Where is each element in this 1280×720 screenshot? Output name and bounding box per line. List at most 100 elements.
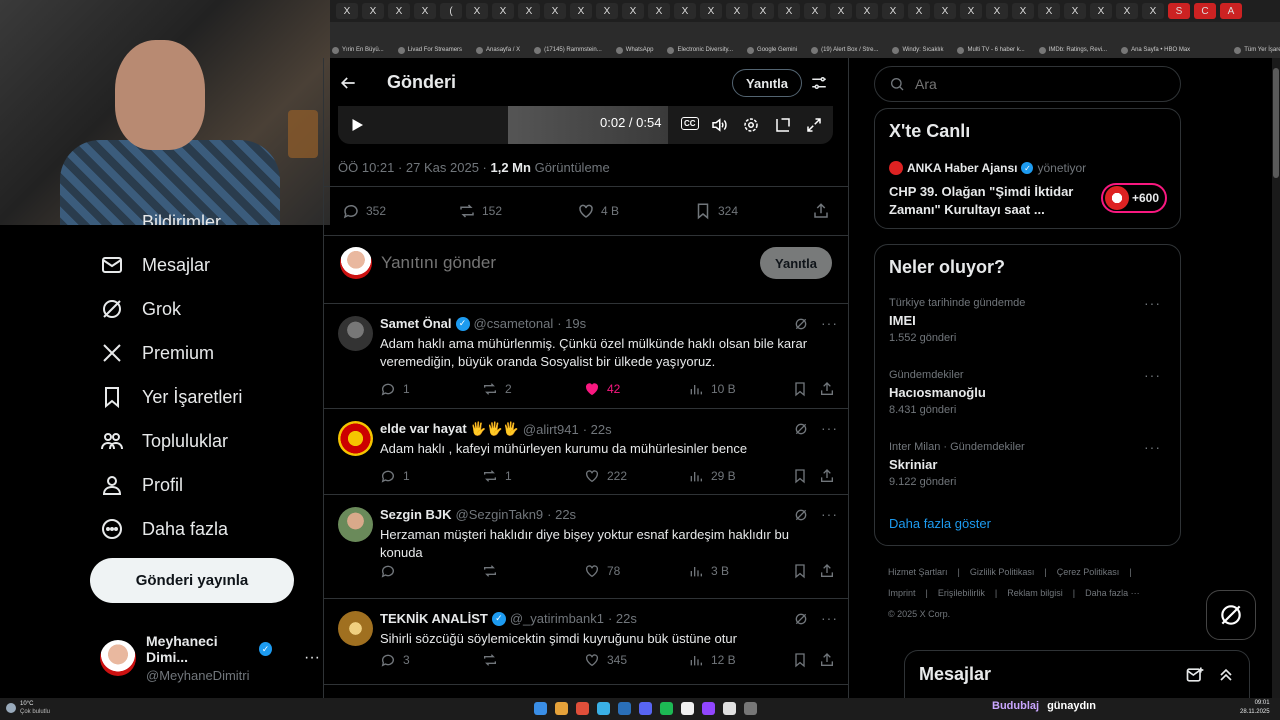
trend-item[interactable]: Gündemdekiler Hacıosmanoğlu 8.431 gönderi ·…	[889, 367, 1169, 416]
reply-author-name[interactable]: elde var hayat 🖐🖐🖐	[380, 421, 519, 437]
browser-tab[interactable]: X	[1012, 3, 1034, 19]
post-button[interactable]: Gönderi yayınla	[90, 558, 294, 603]
views-count-button[interactable]: 3 B	[688, 563, 729, 579]
scrollbar-thumb[interactable]	[1273, 68, 1279, 178]
taskbar-app-icon[interactable]	[660, 702, 673, 715]
browser-tab[interactable]: X	[908, 3, 930, 19]
nav-grok[interactable]: Grok	[100, 297, 181, 321]
reply-count-button[interactable]	[380, 563, 403, 579]
footer-link[interactable]: Daha fazla ···	[1085, 588, 1140, 598]
browser-tab[interactable]: X	[960, 3, 982, 19]
reply-time[interactable]: · 19s	[557, 316, 586, 331]
bookmark-item[interactable]: Multi TV - 6 haber k...	[957, 46, 1025, 54]
nav-communities[interactable]: Topluluklar	[100, 429, 228, 453]
bookmark-item[interactable]: Google Gemini	[747, 46, 797, 54]
dock-icon[interactable]	[774, 116, 792, 134]
reply-submit-button[interactable]: Yanıtla	[760, 247, 832, 279]
bookmark-item[interactable]: WhatsApp	[615, 46, 653, 54]
reply-author-name[interactable]: TEKNİK ANALİST	[380, 611, 488, 626]
footer-link[interactable]: Imprint	[888, 588, 916, 598]
weather-widget[interactable]: 10°C Çok bulutlu	[6, 700, 50, 716]
browser-tab[interactable]: X	[674, 3, 696, 19]
reply-item[interactable]: Samet Önal ✓ @csametonal · 19s ··· Adam haklı…	[323, 304, 849, 409]
live-listeners-badge[interactable]: +600	[1101, 183, 1167, 213]
browser-tab[interactable]: X	[778, 3, 800, 19]
reply-author-handle[interactable]: @alirt941	[523, 422, 579, 437]
browser-tab[interactable]: X	[596, 3, 618, 19]
browser-tab[interactable]: X	[544, 3, 566, 19]
browser-tab[interactable]: X	[856, 3, 878, 19]
nav-notifications-partial[interactable]: Bildirimler	[100, 212, 221, 225]
reply-author-name[interactable]: Samet Önal	[380, 316, 452, 331]
browser-tab[interactable]: S	[1168, 3, 1190, 19]
browser-tab[interactable]: X	[700, 3, 722, 19]
more-options-icon[interactable]: ···	[821, 611, 838, 627]
nav-premium[interactable]: Premium	[100, 341, 214, 365]
more-options-icon[interactable]: ···	[1144, 367, 1161, 383]
taskbar-app-icon[interactable]	[597, 702, 610, 715]
reply-avatar[interactable]	[338, 421, 373, 456]
browser-tab[interactable]: X	[518, 3, 540, 19]
reply-item[interactable]: TEKNİK ANALİST ✓ @_yatirimbank1 · 22s ··· Sih…	[323, 599, 849, 685]
reply-count-button[interactable]: 1	[380, 381, 410, 397]
more-options-icon[interactable]: ···	[1144, 295, 1161, 311]
live-text[interactable]: CHP 39. Olağan "Şimdi İktidar Zamanı" Ku…	[889, 183, 1089, 219]
video-player[interactable]: 0:02 / 0:54 CC	[338, 106, 833, 144]
trend-item[interactable]: Türkiye tarihinde gündemde IMEI 1.552 gönd…	[889, 295, 1169, 344]
page-scrollbar[interactable]	[1272, 58, 1280, 698]
browser-tab[interactable]: X	[1116, 3, 1138, 19]
play-icon[interactable]	[348, 116, 366, 134]
footer-link[interactable]: Çerez Politikası	[1057, 567, 1120, 577]
live-host[interactable]: ANKA Haber Ajansı ✓ yönetiyor	[889, 161, 1086, 175]
search-input[interactable]	[915, 76, 1155, 92]
bookmark-item[interactable]: Anasayfa / X	[476, 46, 520, 54]
reply-author-handle[interactable]: @_yatirimbank1	[510, 611, 604, 626]
reply-item[interactable]: elde var hayat 🖐🖐🖐 @alirt941 · 22s ··· Adam …	[323, 409, 849, 495]
captions-icon[interactable]: CC	[681, 117, 699, 130]
browser-tab[interactable]: X	[466, 3, 488, 19]
reply-time[interactable]: · 22s	[608, 611, 637, 626]
reply-avatar[interactable]	[338, 316, 373, 351]
repost-count-button[interactable]	[482, 563, 505, 579]
browser-tab[interactable]: X	[1142, 3, 1164, 19]
browser-tab[interactable]: X	[934, 3, 956, 19]
browser-tab[interactable]: X	[492, 3, 514, 19]
share-icon[interactable]	[812, 202, 830, 220]
bookmark-item[interactable]: Windy: Sıcaklık	[892, 46, 943, 54]
browser-tab[interactable]: X	[336, 3, 358, 19]
reply-count-button[interactable]: 1	[380, 468, 410, 484]
bookmark-item[interactable]: Livad For Streamers	[397, 46, 462, 54]
browser-tab[interactable]: X	[882, 3, 904, 19]
bookmark-item[interactable]: Ana Sayfa • HBO Max	[1121, 46, 1190, 54]
like-count-button[interactable]: 78	[584, 563, 620, 579]
repost-count-button[interactable]: 152	[458, 202, 502, 220]
like-count-button[interactable]: 345	[584, 652, 627, 668]
reply-header-button[interactable]: Yanıtla	[732, 69, 802, 97]
account-switcher[interactable]: Meyhaneci Dimi... ✓ @MeyhaneDimitri ···	[100, 633, 320, 683]
browser-tab[interactable]: X	[752, 3, 774, 19]
nav-more[interactable]: Daha fazla	[100, 517, 228, 541]
clock[interactable]: 09:01 28.11.2025	[1240, 699, 1270, 717]
more-options-icon[interactable]: ···	[821, 507, 838, 523]
volume-icon[interactable]	[710, 116, 728, 134]
browser-tab[interactable]: X	[1090, 3, 1112, 19]
reply-author-name[interactable]: Sezgin BJK	[380, 507, 452, 522]
now-playing[interactable]: Budublaj günaydın	[992, 700, 1096, 712]
bookmark-count-button[interactable]: 324	[694, 202, 738, 220]
fullscreen-icon[interactable]	[805, 116, 823, 134]
views-count-button[interactable]: 10 B	[688, 381, 736, 397]
back-arrow-icon[interactable]	[338, 73, 358, 93]
browser-tab[interactable]: C	[1194, 3, 1216, 19]
browser-tab[interactable]: X	[648, 3, 670, 19]
account-more-icon[interactable]: ···	[304, 649, 320, 667]
like-count-button[interactable]: 4 B	[577, 202, 619, 220]
more-options-icon[interactable]: ···	[821, 421, 838, 437]
more-options-icon[interactable]: ···	[821, 316, 838, 332]
expand-up-icon[interactable]	[1216, 665, 1236, 685]
more-options-icon[interactable]: ···	[1144, 439, 1161, 455]
taskbar-app-icon[interactable]	[744, 702, 757, 715]
browser-tab[interactable]: X	[362, 3, 384, 19]
new-message-icon[interactable]	[1185, 665, 1205, 685]
bookmark-item[interactable]: Tüm Yer İşaretleri	[1234, 46, 1280, 54]
browser-tab[interactable]: X	[1038, 3, 1060, 19]
